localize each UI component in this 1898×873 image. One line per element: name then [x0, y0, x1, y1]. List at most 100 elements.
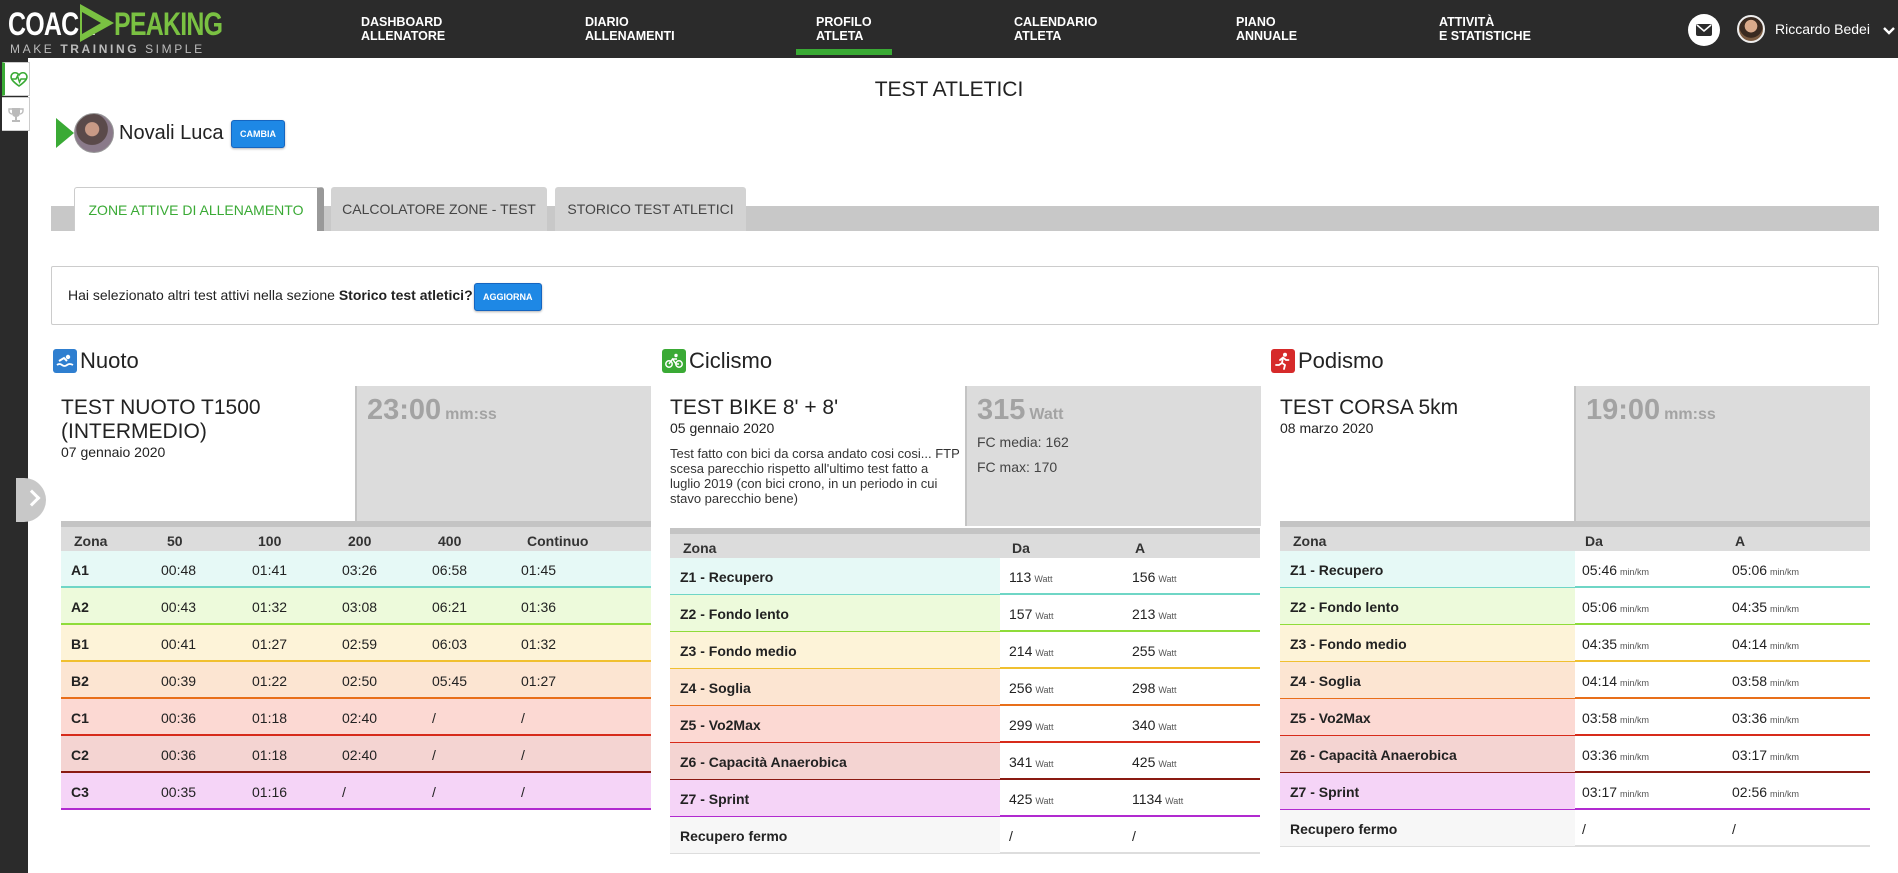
swim-zone-time: 02:40: [342, 710, 378, 726]
bike-zone-label: Recupero fermo: [680, 828, 788, 844]
run-zone-to-value: 02:56: [1732, 784, 1768, 800]
swim-zone-row: A1 00:48 01:41 03:26 06:58 01:45: [61, 551, 651, 588]
user-avatar[interactable]: [1737, 15, 1765, 43]
run-zone-unit: min/km: [1770, 752, 1800, 762]
run-zone-to: 04:35 min/km: [1732, 599, 1799, 615]
run-zone-label: Z5 - Vo2Max: [1290, 710, 1371, 726]
swim-zone-label: C2: [71, 747, 89, 763]
bike-zone-to-value: /: [1132, 828, 1136, 844]
bike-zone-to: 298 Watt: [1132, 680, 1177, 696]
swim-zone-time: 01:32: [252, 599, 288, 615]
bike-zone-from-value: 425: [1009, 791, 1033, 807]
swim-zone-time: 01:45: [521, 562, 557, 578]
run-zone-label: Z6 - Capacità Anaerobica: [1290, 747, 1457, 763]
bike-zone-row: Recupero fermo / /: [670, 817, 1260, 854]
bike-zone-unit: Watt: [1035, 722, 1054, 732]
bike-test-note: Test fatto con bici da corsa andato cosi…: [670, 446, 960, 506]
tab-zone-attive[interactable]: ZONE ATTIVE DI ALLENAMENTO: [74, 187, 324, 231]
bike-zone-row: Z6 - Capacità Anaerobica 341 Watt 425 Watt: [670, 743, 1260, 780]
run-zone-unit: min/km: [1620, 789, 1650, 799]
bike-zone-to: /: [1132, 828, 1136, 844]
swim-zone-time: 03:26: [342, 562, 378, 578]
tab-calcolatore-zone[interactable]: CALCOLATORE ZONE - TEST: [331, 187, 547, 231]
swim-zone-time: 00:41: [161, 636, 197, 652]
bike-zone-row: Z1 - Recupero 113 Watt 156 Watt: [670, 558, 1260, 595]
nav-diario-allenamenti[interactable]: DIARIO ALLENAMENTI: [585, 15, 675, 43]
bike-zone-unit: Watt: [1158, 611, 1177, 621]
bike-zone-unit: Watt: [1165, 796, 1184, 806]
run-zone-from-value: /: [1582, 821, 1586, 837]
bike-zone-from-value: 214: [1009, 643, 1033, 659]
swim-zone-time: /: [432, 784, 436, 800]
athlete-avatar: [74, 113, 114, 153]
run-icon: [1271, 349, 1295, 373]
swim-zone-time: /: [432, 710, 436, 726]
bike-zone-to: 213 Watt: [1132, 606, 1177, 622]
swim-title: Nuoto: [80, 348, 139, 373]
bike-zone-unit: Watt: [1158, 648, 1177, 658]
tab-storico-test[interactable]: STORICO TEST ATLETICI: [555, 187, 746, 231]
swim-zone-label: C1: [71, 710, 89, 726]
expand-sidebar-button[interactable]: [16, 478, 46, 522]
run-zone-from-value: 05:46: [1582, 562, 1618, 578]
run-zone-to-value: 04:35: [1732, 599, 1768, 615]
run-test-result: 19:00 mm:ss: [1574, 386, 1870, 526]
run-zone-row: Z4 - Soglia 04:14 min/km 03:58 min/km: [1280, 662, 1870, 699]
swim-zone-label: C3: [71, 784, 89, 800]
run-zone-to: 03:58 min/km: [1732, 673, 1799, 689]
bike-zone-to-value: 340: [1132, 717, 1156, 733]
run-zone-row: Recupero fermo / /: [1280, 810, 1870, 847]
nav-piano-annuale[interactable]: PIANO ANNUALE: [1236, 15, 1297, 43]
swim-zone-time: 03:08: [342, 599, 378, 615]
bike-zone-label: Z4 - Soglia: [680, 680, 751, 696]
run-col-zona: Zona: [1293, 533, 1327, 549]
nav-dashboard-allenatore[interactable]: DASHBOARD ALLENATORE: [361, 15, 445, 43]
swim-value-number: 23:00: [367, 394, 442, 426]
swim-zone-label: B1: [71, 636, 89, 652]
coach-peaking-logo[interactable]: COACH PEAKING MAKE TRAINING SIMPLE: [8, 2, 223, 56]
swim-col-100: 100: [258, 533, 282, 549]
nav-profilo-atleta[interactable]: PROFILO ATLETA: [796, 15, 891, 55]
user-name[interactable]: Riccardo Bedei: [1775, 21, 1870, 37]
swim-zone-row: A2 00:43 01:32 03:08 06:21 01:36: [61, 588, 651, 625]
bike-zone-label: Z6 - Capacità Anaerobica: [680, 754, 847, 770]
update-notice-text: Hai selezionato altri test attivi nella …: [68, 287, 473, 303]
tagline-pre: MAKE: [10, 42, 61, 56]
swim-zone-time: 00:39: [161, 673, 197, 689]
side-tab-trophy[interactable]: [2, 97, 30, 131]
swim-zone-time: 02:59: [342, 636, 378, 652]
messages-button[interactable]: [1688, 14, 1720, 46]
bike-zone-to-value: 1134: [1132, 791, 1163, 807]
swim-zone-row: C2 00:36 01:18 02:40 / /: [61, 736, 651, 773]
swim-test-result: 23:00 mm:ss: [355, 386, 651, 526]
swim-zone-time: 00:35: [161, 784, 197, 800]
swim-zone-time: 00:36: [161, 747, 197, 763]
run-zone-to: 02:56 min/km: [1732, 784, 1799, 800]
run-zone-from: 04:14 min/km: [1582, 673, 1649, 689]
nav-attivita-statistiche[interactable]: ATTIVITÀ E STATISTICHE: [1439, 15, 1531, 43]
run-zone-row: Z7 - Sprint 03:17 min/km 02:56 min/km: [1280, 773, 1870, 810]
change-athlete-button[interactable]: CAMBIA: [231, 120, 285, 148]
bike-table-header: Zona Da A: [670, 528, 1260, 558]
swim-icon: [53, 349, 77, 373]
run-value-number: 19:00: [1586, 394, 1661, 426]
bike-test-info: TEST BIKE 8' + 8' 05 gennaio 2020 Test f…: [670, 386, 966, 516]
swim-test-value: 23:00 mm:ss: [367, 394, 497, 427]
chevron-down-icon[interactable]: [1882, 24, 1896, 38]
run-zone-to: /: [1732, 821, 1736, 837]
bike-zone-unit: Watt: [1034, 574, 1053, 584]
run-zone-label: Z1 - Recupero: [1290, 562, 1384, 578]
swim-zone-time: 01:32: [521, 636, 557, 652]
bike-zone-row: Z4 - Soglia 256 Watt 298 Watt: [670, 669, 1260, 706]
play-icon[interactable]: [56, 118, 74, 148]
run-zone-to: 04:14 min/km: [1732, 636, 1799, 652]
bike-zone-label: Z5 - Vo2Max: [680, 717, 761, 733]
tagline-post: SIMPLE: [139, 42, 205, 56]
run-zone-row: Z2 - Fondo lento 05:06 min/km 04:35 min/km: [1280, 588, 1870, 625]
swim-test-title: TEST NUOTO T1500 (INTERMEDIO): [61, 396, 261, 443]
bike-zone-to-value: 298: [1132, 680, 1156, 696]
nav-calendario-atleta[interactable]: CALENDARIO ATLETA: [1014, 15, 1097, 43]
bike-zone-unit: Watt: [1035, 796, 1054, 806]
aggiorna-button[interactable]: AGGIORNA: [474, 283, 542, 311]
swim-zone-label: B2: [71, 673, 89, 689]
